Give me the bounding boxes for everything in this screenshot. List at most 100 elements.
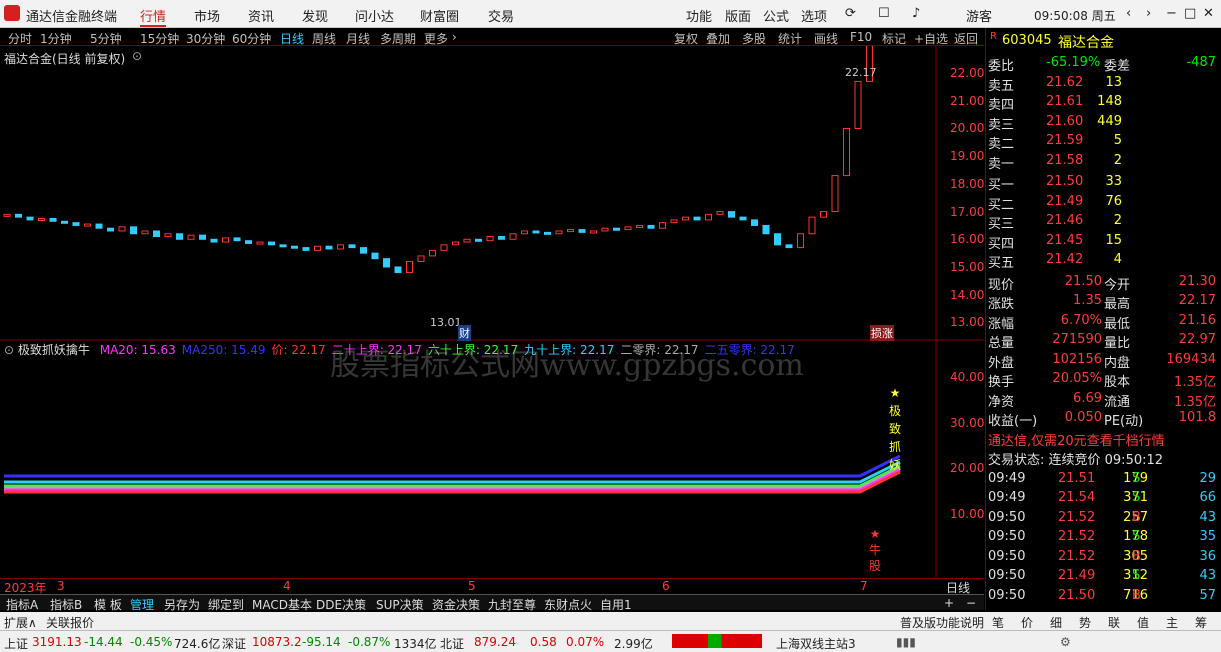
stat-row: 现价 21.50 今开 21.30: [988, 273, 1216, 293]
sell-row: 卖五 21.62 13: [988, 74, 1122, 94]
sell-row: 卖四 21.61 148: [988, 94, 1122, 113]
bz-label[interactable]: 北证: [440, 635, 464, 652]
bz-value: 879.24: [474, 635, 516, 649]
period-tab[interactable]: 多周期: [380, 30, 416, 47]
candle: [705, 213, 712, 221]
menu-wealth[interactable]: 财富圈: [420, 6, 459, 25]
tab-sup[interactable]: SUP决策: [376, 596, 424, 613]
chevron-right-icon[interactable]: ›: [452, 30, 457, 44]
tab-indicator-b[interactable]: 指标B: [50, 596, 82, 613]
sh-label[interactable]: 上证: [4, 635, 28, 652]
period-tab[interactable]: 周线: [312, 30, 336, 47]
tool-stats[interactable]: 统计: [778, 30, 802, 47]
tab-macd[interactable]: MACD基本: [252, 596, 312, 613]
finance-tag[interactable]: 财: [458, 325, 471, 341]
tab-dde[interactable]: DDE决策: [316, 596, 366, 613]
tab-jiufeng[interactable]: 九封至尊: [488, 596, 536, 613]
quote-tab[interactable]: 势: [1079, 614, 1091, 631]
menu-quotes[interactable]: 行情: [140, 6, 167, 27]
period-tab[interactable]: 更多: [424, 30, 448, 47]
tab-indicator-a[interactable]: 指标A: [6, 596, 38, 613]
tool-draw[interactable]: 画线: [814, 30, 838, 47]
menu-function[interactable]: 功能: [686, 6, 712, 25]
menu-formula[interactable]: 公式: [763, 6, 789, 25]
menu-news[interactable]: 资讯: [248, 6, 274, 25]
tab-template[interactable]: 模 板: [94, 596, 122, 613]
back-icon[interactable]: ‹: [1126, 6, 1131, 21]
tab-manage[interactable]: 管理: [130, 596, 154, 613]
menu-market[interactable]: 市场: [194, 6, 220, 25]
zoom-in-icon[interactable]: +: [944, 596, 954, 610]
sz-pct: -0.87%: [348, 635, 391, 649]
menu-ask[interactable]: 问小达: [355, 6, 394, 25]
quote-tab[interactable]: 值: [1137, 614, 1149, 631]
signal-icon[interactable]: ▮▮▮: [896, 635, 916, 649]
candle: [659, 222, 666, 229]
quote-tab[interactable]: 笔: [992, 614, 1004, 631]
tab-dongcai[interactable]: 东财点火: [544, 596, 592, 613]
chart-area[interactable]: 福达合金(日线 前复权) ⊙ 22.17 13.01 财 损涨 股票指标公式网w…: [0, 46, 984, 578]
period-tab[interactable]: 5分钟: [90, 30, 122, 47]
quote-tab[interactable]: 联: [1108, 614, 1120, 631]
chat-icon[interactable]: ☐: [878, 6, 890, 21]
period-tab[interactable]: 月线: [346, 30, 370, 47]
refresh-icon[interactable]: ⟳: [845, 6, 856, 21]
menu-layout[interactable]: 版面: [725, 6, 751, 25]
forward-icon[interactable]: ›: [1146, 6, 1151, 21]
menu-discover[interactable]: 发现: [302, 6, 328, 25]
quote-tab[interactable]: 筹: [1195, 614, 1207, 631]
tab-custom[interactable]: 自用1: [600, 596, 632, 613]
tool-overlay[interactable]: 叠加: [706, 30, 730, 47]
tool-f10[interactable]: F10: [850, 30, 872, 44]
menu-trade[interactable]: 交易: [488, 6, 514, 25]
tool-multi[interactable]: 多股: [742, 30, 766, 47]
candle: [187, 234, 195, 240]
candle: [854, 80, 862, 129]
server-label[interactable]: 上海双线主站3: [776, 635, 856, 652]
limit-tag[interactable]: 损涨: [870, 325, 894, 341]
candle: [751, 219, 758, 226]
candle: [739, 216, 747, 221]
maximize-icon[interactable]: □: [1184, 6, 1196, 21]
indicator-tick: 10.00: [950, 506, 985, 521]
close-icon[interactable]: ✕: [1203, 6, 1214, 21]
price-tick: 19.00: [950, 149, 985, 164]
period-tab-daily[interactable]: 日线: [280, 30, 304, 47]
chevron-down-icon[interactable]: ⊙: [132, 49, 142, 63]
period-tab[interactable]: 60分钟: [232, 30, 271, 47]
sz-label[interactable]: 深证: [222, 635, 246, 652]
stock-code: 603045: [1002, 33, 1052, 48]
period-tab[interactable]: 15分钟: [140, 30, 179, 47]
tool-add-fav[interactable]: +自选: [914, 30, 948, 47]
quote-tab[interactable]: 细: [1050, 614, 1062, 631]
expand-button[interactable]: 扩展∧: [4, 614, 37, 631]
candle: [38, 218, 45, 222]
menu-options[interactable]: 选项: [801, 6, 827, 25]
indicator-toggle-icon[interactable]: ⊙: [4, 343, 14, 357]
zoom-out-icon[interactable]: −: [966, 596, 976, 610]
candle: [590, 230, 597, 234]
period-tab[interactable]: 30分钟: [186, 30, 225, 47]
indicator-value: 六十上界: 22.17: [427, 343, 519, 357]
candle: [567, 229, 574, 233]
sell-row: 卖一 21.58 2: [988, 152, 1122, 172]
bell-icon[interactable]: ♪: [912, 6, 920, 21]
tool-mark[interactable]: 标记: [882, 30, 906, 47]
related-quotes-button[interactable]: 关联报价: [46, 614, 94, 631]
period-tab[interactable]: 分时: [8, 30, 32, 47]
user-label[interactable]: 游客: [966, 6, 992, 25]
tab-bind[interactable]: 绑定到: [208, 596, 244, 613]
quote-tab[interactable]: 主: [1166, 614, 1178, 631]
x-label: 5: [468, 579, 476, 593]
tab-fund[interactable]: 资金决策: [432, 596, 480, 613]
quote-tab[interactable]: 价: [1021, 614, 1033, 631]
help-link[interactable]: 普及版功能说明: [900, 614, 984, 631]
settings-icon[interactable]: ⚙: [1060, 635, 1071, 649]
minimize-icon[interactable]: −: [1166, 6, 1177, 21]
period-tab[interactable]: 1分钟: [40, 30, 72, 47]
kline-svg[interactable]: [0, 46, 984, 578]
tool-restore[interactable]: 复权: [674, 30, 698, 47]
tool-back[interactable]: 返回: [954, 30, 978, 47]
candle: [624, 226, 632, 231]
tab-save-as[interactable]: 另存为: [164, 596, 200, 613]
